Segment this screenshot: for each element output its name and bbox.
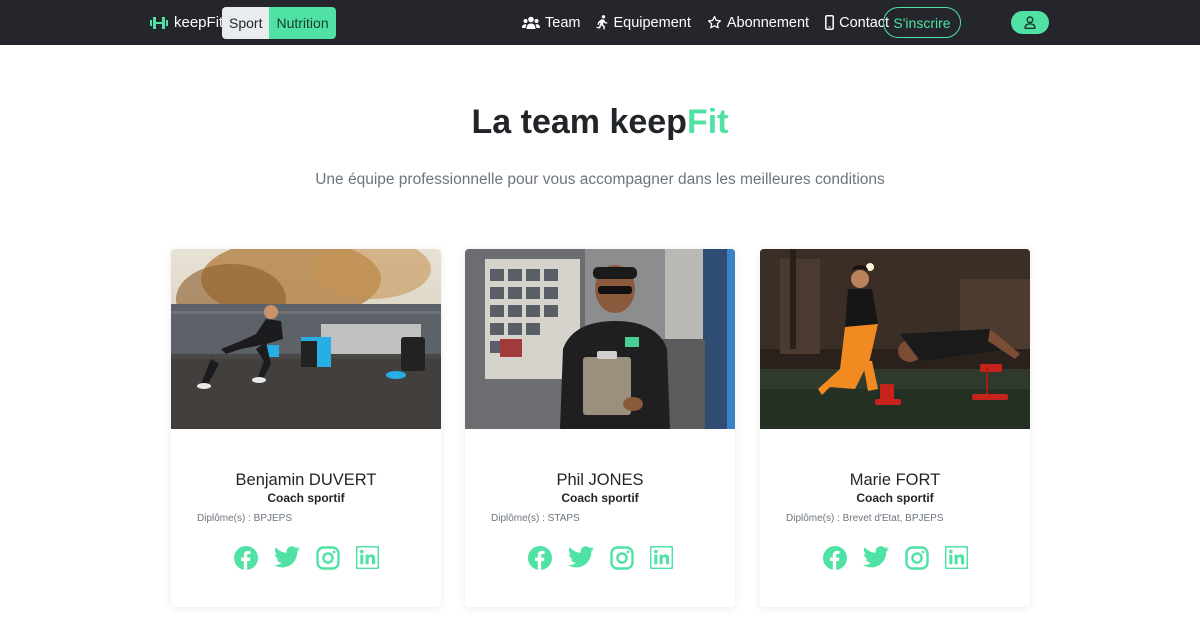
nav-link-label: Equipement bbox=[613, 14, 691, 31]
coach-photo bbox=[465, 249, 735, 429]
facebook-icon[interactable] bbox=[822, 546, 847, 570]
brand-link[interactable]: keepFit bbox=[150, 0, 223, 45]
nav-link-label: Contact bbox=[839, 14, 890, 31]
nav-link-abonnement[interactable]: Abonnement bbox=[707, 15, 809, 31]
instagram-icon[interactable] bbox=[315, 546, 340, 570]
dumbbell-icon bbox=[150, 16, 168, 29]
nav-links: Team Equipement Abonnement Contact bbox=[522, 0, 905, 45]
coach-photo bbox=[760, 249, 1030, 429]
instagram-icon[interactable] bbox=[904, 546, 929, 570]
nav-link-label: Team bbox=[545, 14, 581, 31]
coach-role: Coach sportif bbox=[267, 491, 345, 505]
toggle-sport[interactable]: Sport bbox=[222, 7, 270, 39]
brand-name: keepFit bbox=[174, 14, 224, 31]
signup-button[interactable]: S'inscrire bbox=[883, 7, 961, 38]
title-accent: Fit bbox=[686, 103, 729, 141]
social-links bbox=[465, 546, 735, 570]
coach-photo bbox=[171, 249, 441, 429]
nav-link-team[interactable]: Team bbox=[522, 15, 580, 31]
twitter-icon[interactable] bbox=[273, 546, 300, 570]
team-card: Phil JONES Coach sportif Diplôme(s) : ST… bbox=[465, 249, 735, 607]
page-title: La team keepFit bbox=[0, 103, 1200, 142]
facebook-icon[interactable] bbox=[233, 546, 258, 570]
coach-name: Phil JONES bbox=[556, 471, 644, 489]
coach-diploma: Diplôme(s) : BPJEPS bbox=[197, 513, 293, 524]
user-icon bbox=[1024, 16, 1036, 29]
nav-link-contact[interactable]: Contact bbox=[825, 15, 889, 31]
user-account-button[interactable] bbox=[1011, 11, 1049, 34]
team-card: Benjamin DUVERT Coach sportif Diplôme(s)… bbox=[171, 249, 441, 607]
toggle-nutrition[interactable]: Nutrition bbox=[269, 7, 336, 39]
team-card: Marie FORT Coach sportif Diplôme(s) : Br… bbox=[760, 249, 1030, 607]
title-main: La team keep bbox=[471, 103, 687, 141]
coach-diploma: Diplôme(s) : STAPS bbox=[491, 513, 580, 524]
twitter-icon[interactable] bbox=[567, 546, 594, 570]
navbar: keepFit Sport Nutrition Team Equipement bbox=[0, 0, 1200, 45]
page-subtitle: Une équipe professionnelle pour vous acc… bbox=[315, 171, 885, 188]
nav-link-label: Abonnement bbox=[726, 14, 810, 31]
sport-nutrition-toggle: Sport Nutrition bbox=[222, 7, 336, 39]
instagram-icon[interactable] bbox=[609, 546, 634, 570]
linkedin-icon[interactable] bbox=[355, 546, 379, 570]
linkedin-icon[interactable] bbox=[944, 546, 968, 570]
nav-link-equipement[interactable]: Equipement bbox=[596, 14, 691, 31]
coach-role: Coach sportif bbox=[561, 491, 639, 505]
star-icon bbox=[707, 15, 721, 29]
social-links bbox=[171, 546, 441, 570]
running-icon bbox=[596, 15, 608, 30]
coach-name: Benjamin DUVERT bbox=[235, 471, 377, 489]
linkedin-icon[interactable] bbox=[649, 546, 673, 570]
phone-icon bbox=[825, 15, 835, 30]
coach-role: Coach sportif bbox=[856, 491, 934, 505]
social-links bbox=[760, 546, 1030, 570]
users-icon bbox=[522, 16, 540, 29]
coach-diploma: Diplôme(s) : Brevet d'Etat, BPJEPS bbox=[786, 513, 944, 524]
twitter-icon[interactable] bbox=[862, 546, 889, 570]
facebook-icon[interactable] bbox=[527, 546, 552, 570]
coach-name: Marie FORT bbox=[849, 471, 941, 489]
